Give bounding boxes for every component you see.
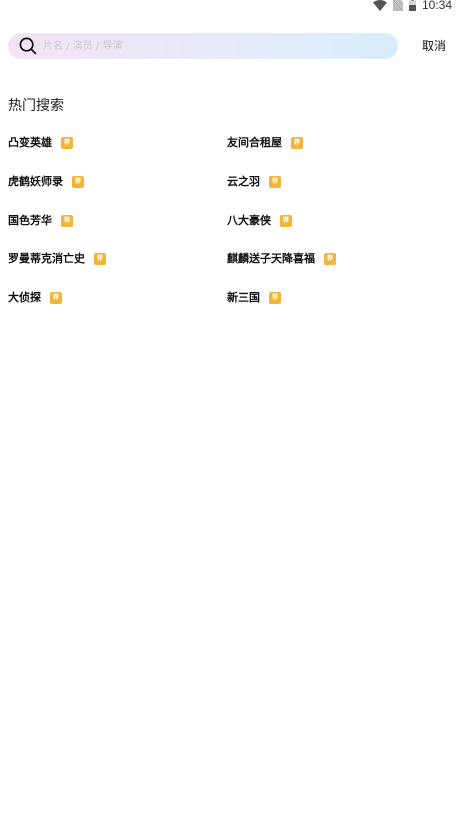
hot-search-item-label: 凸变英雄	[8, 136, 52, 149]
no-sim-icon	[392, 0, 403, 11]
hot-search-item[interactable]: 国色芳华 荐	[8, 212, 227, 232]
recommend-badge: 荐	[50, 292, 62, 305]
hot-search-item[interactable]: 罗曼蒂克消亡史 荐	[8, 250, 227, 270]
status-time: 10:34	[421, 0, 452, 12]
hot-search-item-label: 罗曼蒂克消亡史	[8, 252, 85, 266]
search-input[interactable]	[43, 33, 383, 59]
recommend-badge: 荐	[269, 292, 281, 305]
hot-search-item-label: 云之羽	[227, 174, 260, 188]
status-bar: 10:34	[0, 0, 458, 12]
status-icons: 10:34	[372, 0, 452, 12]
recommend-badge: 荐	[324, 253, 336, 266]
search-box[interactable]	[8, 33, 398, 59]
hot-search-item-label: 八大豪侠	[227, 213, 271, 227]
hot-search-item-label: 新三国	[227, 291, 260, 305]
hot-search-item[interactable]: 新三国 荐	[227, 289, 446, 309]
hot-search-item[interactable]: 云之羽 荐	[227, 173, 446, 193]
hot-search-list: 凸变英雄 荐 友间合租屋 荐 虎鹤妖师录 荐 云之羽 荐 国色芳华 荐 八大豪侠…	[8, 134, 448, 328]
wifi-icon	[372, 0, 387, 11]
search-icon[interactable]	[19, 37, 37, 55]
hot-search-item-label: 大侦探	[8, 291, 41, 305]
recommend-badge: 荐	[61, 137, 73, 149]
hot-search-item[interactable]: 友间合租屋 荐	[227, 134, 446, 154]
hot-search-item[interactable]: 八大豪侠 荐	[227, 212, 446, 232]
hot-search-item[interactable]: 虎鹤妖师录 荐	[8, 173, 227, 193]
hot-search-item[interactable]: 凸变英雄 荐	[8, 134, 227, 154]
hot-search-title: 热门搜索	[8, 98, 64, 114]
hot-search-item[interactable]: 麒麟送子天降喜福 荐	[227, 250, 446, 270]
recommend-badge: 荐	[61, 214, 73, 227]
recommend-badge: 荐	[280, 214, 292, 227]
hot-search-item-label: 虎鹤妖师录	[8, 174, 63, 188]
hot-search-item-label: 友间合租屋	[227, 136, 282, 149]
recommend-badge: 荐	[72, 175, 84, 188]
hot-search-item-label: 麒麟送子天降喜福	[227, 252, 315, 266]
recommend-badge: 荐	[94, 253, 106, 266]
battery-icon	[408, 0, 416, 11]
hot-search-item-label: 国色芳华	[8, 213, 52, 227]
recommend-badge: 荐	[269, 175, 281, 188]
search-bar: 取消	[8, 33, 450, 59]
cancel-button[interactable]: 取消	[418, 33, 450, 59]
hot-search-item[interactable]: 大侦探 荐	[8, 289, 227, 309]
recommend-badge: 荐	[291, 137, 303, 149]
